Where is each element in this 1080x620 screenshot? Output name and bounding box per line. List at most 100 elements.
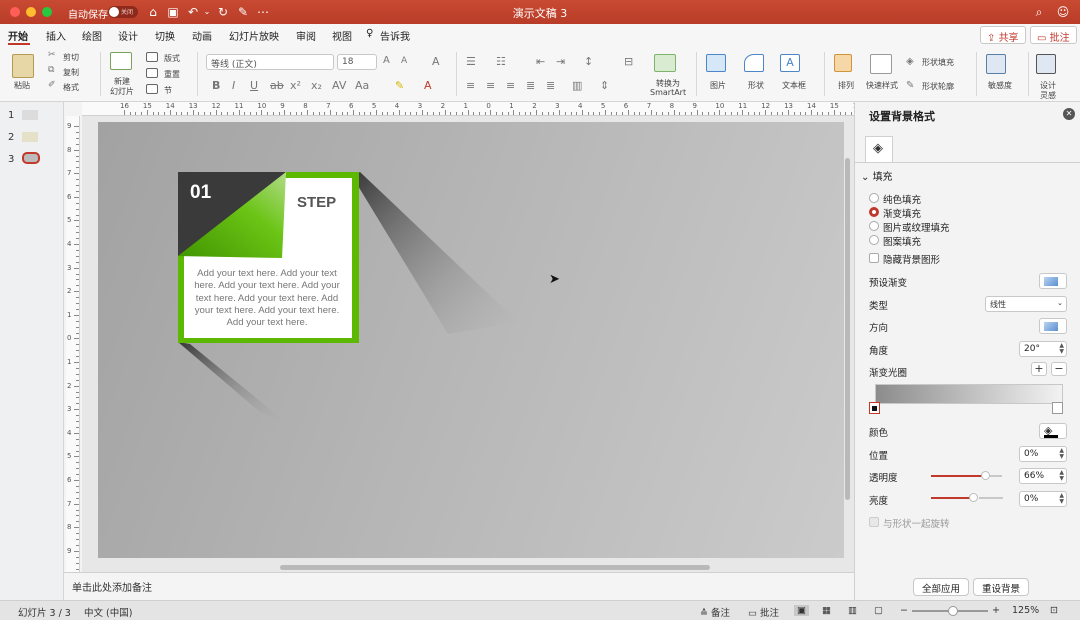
fill-tab[interactable]: ◈: [865, 136, 893, 162]
solid-fill-radio[interactable]: [869, 193, 879, 203]
justify-icon[interactable]: ≣: [526, 79, 535, 92]
reading-view-icon[interactable]: ▥: [848, 605, 857, 616]
tab-transitions[interactable]: 切换: [155, 28, 175, 43]
reset-icon[interactable]: [146, 68, 158, 78]
shape-outline-label[interactable]: 形状轮廓: [922, 81, 954, 92]
gradient-type-select[interactable]: 线性 ⌄: [985, 296, 1067, 312]
decrease-indent-icon[interactable]: ⇤: [536, 55, 545, 68]
transparency-slider-fill[interactable]: [931, 475, 987, 477]
language-indicator[interactable]: 中文 (中国): [84, 605, 132, 619]
tab-animations[interactable]: 动画: [192, 28, 212, 43]
direction-button[interactable]: [1039, 318, 1067, 334]
search-icon[interactable]: ⌕: [1032, 5, 1046, 19]
account-icon[interactable]: ☺: [1056, 5, 1070, 19]
normal-view-icon[interactable]: ▣: [794, 605, 809, 616]
zoom-slider-knob[interactable]: [948, 606, 958, 616]
pattern-fill-radio[interactable]: [869, 235, 879, 245]
grow-font-icon[interactable]: A: [383, 55, 390, 66]
underline-icon[interactable]: U: [250, 79, 258, 92]
increase-indent-icon[interactable]: ⇥: [556, 55, 565, 68]
picture-fill-radio[interactable]: [869, 221, 879, 231]
comments-toggle[interactable]: ▭ 批注: [748, 605, 779, 619]
stepper-arrows-icon[interactable]: ▲ ▼: [1059, 343, 1064, 355]
hide-background-label[interactable]: 隐藏背景图形: [883, 252, 940, 266]
card-text[interactable]: Add your text here. Add your text here. …: [188, 268, 346, 329]
thumbnail-number[interactable]: 1: [8, 110, 14, 121]
step-number[interactable]: 01: [190, 182, 212, 203]
bullets-icon[interactable]: ☰: [466, 55, 476, 68]
tab-view[interactable]: 视图: [332, 28, 352, 43]
tab-slideshow[interactable]: 幻灯片放映: [229, 28, 279, 43]
add-stop-button[interactable]: +: [1031, 362, 1047, 376]
vertical-scrollbar[interactable]: [845, 158, 850, 500]
brightness-input[interactable]: 0% ▲ ▼: [1019, 491, 1067, 507]
align-left-icon[interactable]: ≡: [466, 79, 475, 92]
gradient-stop[interactable]: [1052, 402, 1063, 414]
bold-icon[interactable]: B: [212, 79, 220, 92]
zoom-in-icon[interactable]: +: [992, 605, 1000, 616]
brightness-slider-rest[interactable]: [979, 497, 1003, 499]
remove-stop-button[interactable]: −: [1051, 362, 1067, 376]
gradient-stops-bar[interactable]: [875, 384, 1063, 404]
slide-thumbnail[interactable]: [22, 132, 38, 142]
fit-to-window-icon[interactable]: ⊡: [1050, 605, 1058, 616]
align-right-icon[interactable]: ≡: [506, 79, 515, 92]
paint-bucket-icon[interactable]: ◈: [906, 56, 914, 67]
format-painter-icon[interactable]: ✐: [48, 80, 56, 90]
gradient-stop-selected[interactable]: [869, 402, 880, 414]
rotate-with-shape-checkbox[interactable]: [869, 517, 879, 527]
reset-background-button[interactable]: 重设背景: [973, 578, 1030, 596]
thumbnail-number[interactable]: 3: [8, 154, 14, 165]
italic-icon[interactable]: I: [232, 79, 235, 92]
color-button[interactable]: ◈: [1039, 423, 1067, 439]
position-input[interactable]: 0% ▲ ▼: [1019, 446, 1067, 462]
hide-background-checkbox[interactable]: [869, 253, 879, 263]
strikethrough-icon[interactable]: ab: [270, 79, 284, 92]
shape-fill-label[interactable]: 形状填充: [922, 57, 954, 68]
brightness-slider-fill[interactable]: [931, 497, 971, 499]
stepper-arrows-icon[interactable]: ▲ ▼: [1059, 448, 1064, 460]
close-pane-icon[interactable]: ✕: [1063, 108, 1075, 120]
align-center-icon[interactable]: ≡: [486, 79, 495, 92]
transparency-slider-rest[interactable]: [990, 475, 1002, 477]
columns-icon[interactable]: ▥: [572, 79, 582, 92]
quick-styles-icon[interactable]: [870, 54, 892, 74]
zoom-level[interactable]: 125%: [1012, 605, 1039, 616]
transparency-slider-knob[interactable]: [981, 471, 990, 480]
slide-thumbnail-selected[interactable]: [22, 152, 40, 164]
tab-tell-me[interactable]: 告诉我: [380, 28, 410, 43]
share-button[interactable]: ⇪ 共享: [980, 26, 1026, 44]
solid-fill-label[interactable]: 纯色填充: [883, 192, 921, 206]
tab-draw[interactable]: 绘图: [82, 28, 102, 43]
copy-icon[interactable]: ⧉: [48, 65, 54, 75]
section-icon[interactable]: [146, 84, 158, 94]
new-slide-icon[interactable]: [110, 52, 132, 70]
apply-to-all-button[interactable]: 全部应用: [913, 578, 970, 596]
horizontal-scrollbar[interactable]: [280, 565, 710, 570]
stepper-arrows-icon[interactable]: ▲ ▼: [1059, 470, 1064, 482]
distributed-icon[interactable]: ≣: [546, 79, 555, 92]
font-color-icon[interactable]: A: [424, 79, 432, 92]
text-align-vertical-icon[interactable]: ⊟: [624, 55, 633, 68]
preset-gradient-button[interactable]: [1039, 273, 1067, 289]
tab-design[interactable]: 设计: [118, 28, 138, 43]
brightness-slider-knob[interactable]: [969, 493, 978, 502]
highlight-icon[interactable]: ✎: [395, 79, 404, 92]
font-size-select[interactable]: 18: [337, 54, 377, 70]
smartart-icon[interactable]: [654, 54, 676, 72]
angle-input[interactable]: 20° ▲ ▼: [1019, 341, 1067, 357]
comments-button[interactable]: ▭ 批注: [1030, 26, 1077, 44]
tab-review[interactable]: 审阅: [296, 28, 316, 43]
step-label[interactable]: STEP: [297, 194, 336, 211]
fill-section-header[interactable]: ⌄ 填充: [861, 168, 893, 183]
notes-pane[interactable]: 单击此处添加备注: [64, 572, 854, 600]
scissors-icon[interactable]: ✂: [48, 50, 56, 60]
shapes-icon[interactable]: [744, 54, 764, 72]
numbering-icon[interactable]: ☷: [496, 55, 506, 68]
arrange-icon[interactable]: [834, 54, 852, 72]
slide-thumbnail[interactable]: [22, 110, 38, 120]
sensitivity-icon[interactable]: [986, 54, 1006, 74]
textbox-icon[interactable]: A: [780, 54, 800, 72]
text-direction-icon[interactable]: ⇕: [600, 79, 609, 92]
clear-format-icon[interactable]: A: [432, 55, 440, 68]
